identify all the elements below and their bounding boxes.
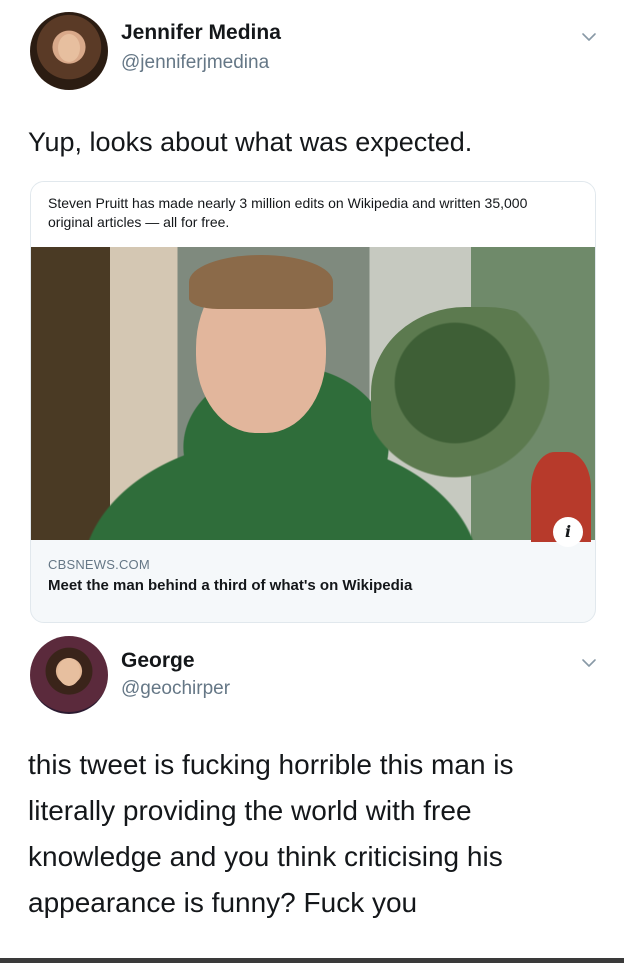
tweet-text-line: this tweet is fucking horrible this man … xyxy=(28,749,514,780)
chevron-down-icon[interactable] xyxy=(580,28,598,46)
avatar-face xyxy=(58,658,80,686)
info-icon[interactable]: i xyxy=(553,517,583,547)
card-description: Steven Pruitt has made nearly 3 million … xyxy=(48,195,528,230)
tweet-text: Yup, looks about what was expected. xyxy=(28,127,473,157)
user-handle[interactable]: @jenniferjmedina xyxy=(121,52,269,74)
chevron-down-icon[interactable] xyxy=(580,654,598,672)
link-card[interactable]: Steven Pruitt has made nearly 3 million … xyxy=(30,181,596,623)
tweet-text-line: literally providing the world with free xyxy=(28,795,472,826)
display-name[interactable]: George xyxy=(121,649,195,673)
tweet-text: this tweet is fucking horrible this man … xyxy=(28,742,600,926)
tweet-text-line: knowledge and you think criticising his xyxy=(28,841,503,872)
bottom-divider xyxy=(0,958,624,963)
display-name[interactable]: Jennifer Medina xyxy=(121,21,281,45)
avatar[interactable] xyxy=(30,12,108,90)
avatar-face xyxy=(58,34,80,62)
tweet-text-line: appearance is funny? Fuck you xyxy=(28,887,418,918)
card-header: Steven Pruitt has made nearly 3 million … xyxy=(31,182,595,247)
avatar[interactable] xyxy=(30,636,108,714)
tweet-george: George @geochirper this tweet is fucking… xyxy=(0,628,624,963)
card-image[interactable]: i xyxy=(31,247,595,547)
tweet-jennifer: Jennifer Medina @jenniferjmedina Yup, lo… xyxy=(0,0,624,628)
card-title[interactable]: Meet the man behind a third of what's on… xyxy=(48,577,412,594)
card-domain: CBSNEWS.COM xyxy=(48,557,150,572)
user-handle[interactable]: @geochirper xyxy=(121,678,230,700)
card-image-hair xyxy=(189,255,333,309)
